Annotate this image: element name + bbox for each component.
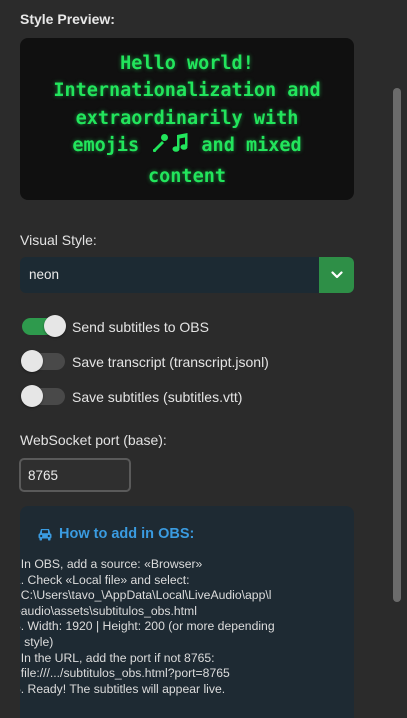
microphone-icon (150, 132, 172, 163)
style-preview-box: Hello world! Internationalization and ex… (20, 38, 354, 200)
settings-panel: Style Preview: Hello world! Internationa… (0, 0, 407, 718)
obs-instructions-title: How to add in OBS: (38, 526, 194, 542)
obs-instructions-title-text: How to add in OBS: (59, 526, 195, 542)
send-subtitles-obs-switch[interactable] (22, 315, 66, 337)
websocket-port-label: WebSocket port (base): (20, 432, 167, 448)
websocket-port-input[interactable] (19, 458, 131, 492)
visual-style-label: Visual Style: (20, 232, 97, 248)
list-item: . In the URL, add the port if not 8765: (20, 650, 215, 665)
preview-line-part: emojis (72, 135, 151, 157)
dropdown-button[interactable] (319, 257, 354, 293)
save-transcript-toggle-row[interactable]: Save transcript (transcript.jsonl) (20, 350, 360, 375)
preview-line: Internationalization and (53, 80, 321, 102)
preview-line: content (148, 165, 226, 187)
send-subtitles-obs-toggle-row[interactable]: Send subtitles to OBS (20, 315, 360, 340)
list-item: C:\Users\tavo_\AppData\Local\LiveAudio\a… (20, 588, 272, 603)
visual-style-select[interactable]: neon (20, 257, 354, 293)
switch-knob (21, 350, 43, 372)
save-subtitles-label: Save subtitles (subtitles.vtt) (72, 389, 243, 405)
chevron-down-icon (330, 271, 343, 279)
preview-text: Hello world! Internationalization and ex… (27, 50, 347, 191)
switch-knob (21, 385, 43, 407)
list-item: 2. Check «Local file» and select: (20, 572, 190, 587)
music-note-icon (172, 132, 190, 163)
preview-line: emojis and mixed (27, 132, 347, 163)
save-subtitles-toggle-row[interactable]: Save subtitles (subtitles.vtt) (20, 385, 360, 410)
list-item: eaudio\assets\subtitulos_obs.html (20, 603, 197, 618)
save-subtitles-switch[interactable] (21, 385, 65, 407)
preview-line: extraordinarily with (75, 107, 299, 129)
obs-instructions-box: How to add in OBS: . In OBS, add a sourc… (20, 506, 354, 718)
list-item: 3. Width: 1920 | Height: 200 (or more de… (20, 619, 275, 634)
list-item: . In OBS, add a source: «Browser» (20, 557, 203, 571)
switch-knob (44, 315, 66, 337)
style-preview-title: Style Preview: (20, 11, 115, 27)
list-item: 5. Ready! The subtitles will appear live… (20, 681, 226, 696)
preview-line: Hello world! (120, 52, 254, 74)
list-item: n style) (20, 634, 54, 649)
scrollbar-thumb[interactable] (393, 88, 401, 602)
list-item: file:///.../subtitulos_obs.html?port=876… (20, 666, 230, 681)
car-icon (38, 529, 52, 541)
save-transcript-switch[interactable] (21, 350, 65, 372)
preview-line-part: and mixed (190, 135, 302, 157)
obs-instructions-list: . In OBS, add a source: «Browser» 2. Che… (20, 557, 354, 697)
visual-style-value: neon (29, 267, 60, 282)
send-subtitles-obs-label: Send subtitles to OBS (72, 319, 209, 335)
save-transcript-label: Save transcript (transcript.jsonl) (72, 354, 269, 370)
